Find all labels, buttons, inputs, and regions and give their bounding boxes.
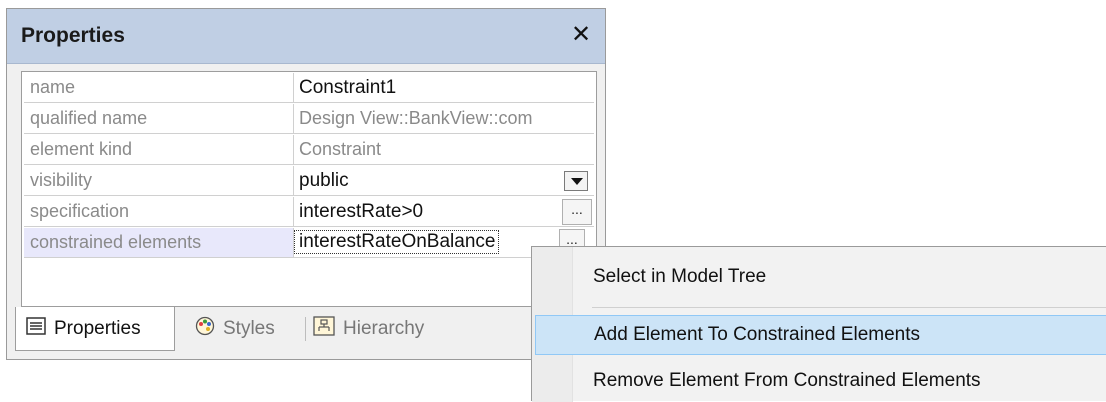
property-value-input[interactable]: Constraint1 [294,73,594,103]
tab-label: Properties [54,317,141,339]
tab-label: Styles [223,318,275,339]
ellipsis-button[interactable]: ... [562,199,592,225]
property-row-element-kind[interactable]: element kind Constraint [22,134,596,165]
tab-divider [305,317,306,341]
property-label: qualified name [24,104,294,134]
tab-hierarchy[interactable]: Hierarchy [313,307,424,351]
close-icon[interactable]: ✕ [567,19,595,51]
property-value: Constraint [294,135,594,165]
panel-tabbar: Properties Styles Hierarchy [7,307,605,359]
properties-icon [26,316,46,341]
palette-icon [195,316,215,342]
tab-styles[interactable]: Styles [195,307,275,351]
specification-value: interestRate>0 [299,201,424,222]
visibility-selected-value: public [299,170,349,191]
property-row-specification[interactable]: specification interestRate>0 ... [22,196,596,227]
constrained-elements-value[interactable]: interestRateOnBalance [294,230,500,254]
property-row-qualified-name[interactable]: qualified name Design View::BankView::co… [22,103,596,134]
tab-label: Hierarchy [343,318,425,339]
menu-item-add-element[interactable]: Add Element To Constrained Elements [535,315,1106,355]
panel-title: Properties [21,24,125,47]
specification-field[interactable]: interestRate>0 ... [294,197,594,227]
context-menu: Select in Model Tree Add Element To Cons… [531,246,1106,402]
property-label: constrained elements [24,228,294,258]
menu-separator [592,307,1106,308]
visibility-select[interactable]: public [294,166,594,196]
tab-properties[interactable]: Properties [15,307,175,351]
property-row-visibility[interactable]: visibility public [22,165,596,196]
property-row-name[interactable]: name Constraint1 [22,72,596,103]
menu-item-select-in-model-tree[interactable]: Select in Model Tree [535,257,1106,297]
property-value: Design View::BankView::com [294,104,594,134]
property-label: specification [24,197,294,227]
property-label: name [24,73,294,103]
property-label: element kind [24,135,294,165]
properties-panel: Properties ✕ name Constraint1 qualified … [6,8,606,360]
property-row-constrained-elements[interactable]: constrained elements interestRateOnBalan… [22,227,596,258]
properties-grid: name Constraint1 qualified name Design V… [21,71,597,307]
menu-item-remove-element[interactable]: Remove Element From Constrained Elements [535,361,1106,401]
hierarchy-icon [313,316,335,342]
panel-titlebar: Properties ✕ [7,9,605,64]
property-label: visibility [24,166,294,196]
chevron-down-icon[interactable] [564,171,588,191]
